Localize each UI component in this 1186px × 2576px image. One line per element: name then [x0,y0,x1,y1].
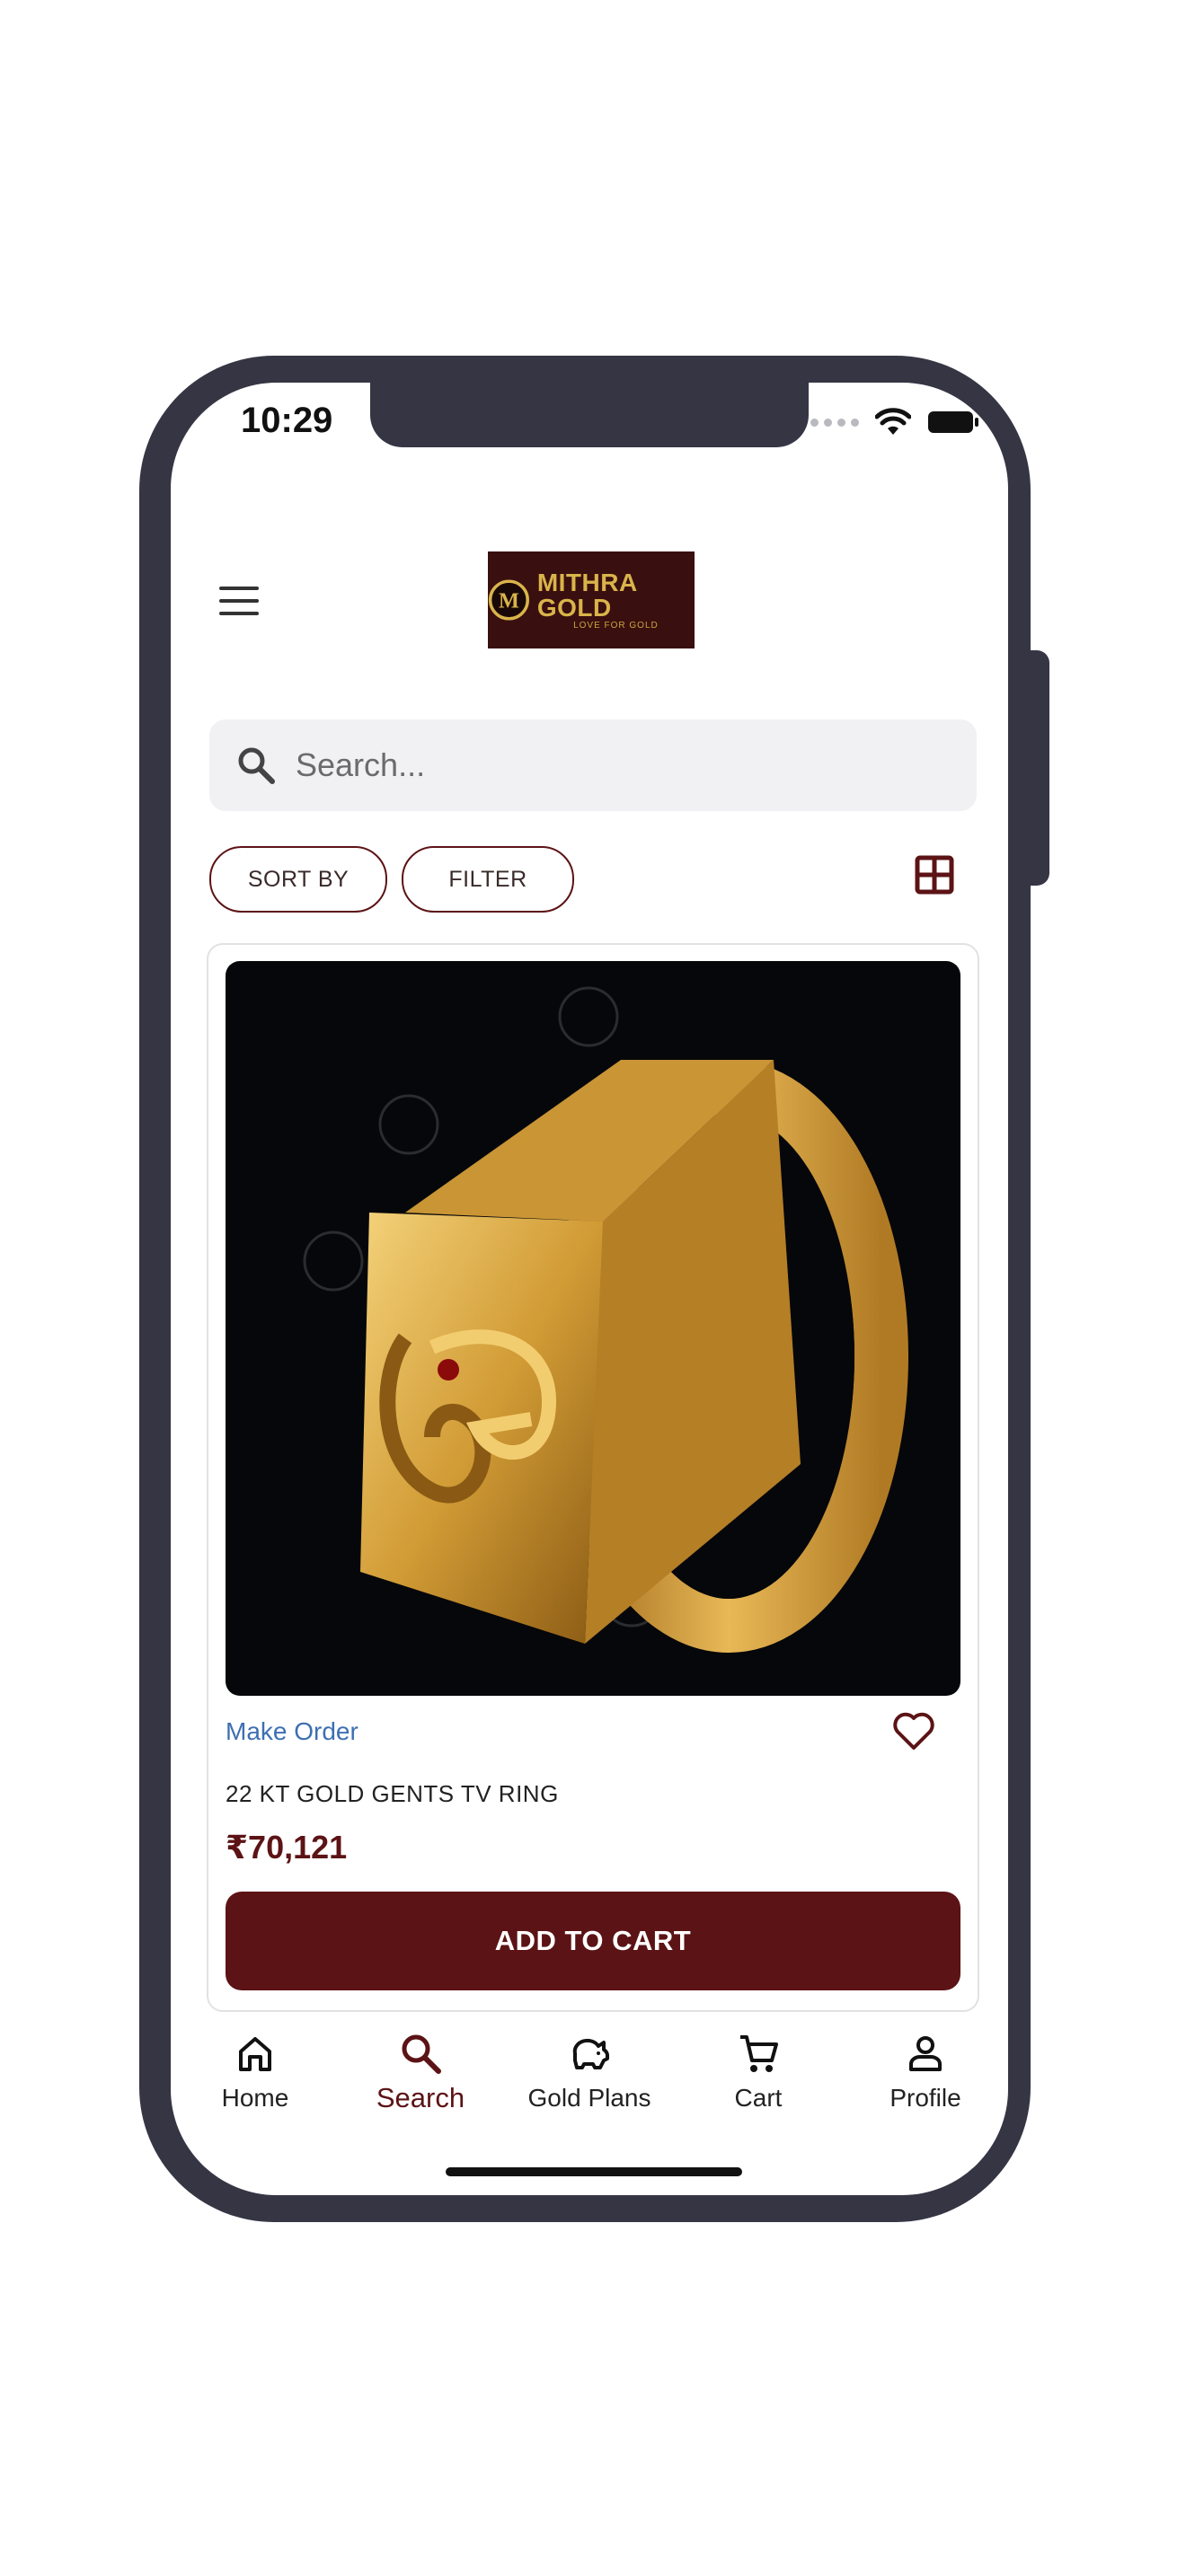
nav-profile[interactable]: Profile [843,2032,1008,2113]
nav-profile-label: Profile [890,2084,961,2112]
phone-notch [370,383,809,447]
product-card[interactable]: Make Order 22 KT GOLD GENTS TV RING ₹70,… [207,943,979,2012]
logo-mark: M [499,589,519,613]
home-icon [239,2037,271,2071]
nav-search[interactable]: Search [338,2032,503,2114]
logo-title: MITHRA GOLD [536,568,637,622]
sort-by-button[interactable]: SORT BY [209,846,387,913]
nav-cart[interactable]: Cart [676,2032,841,2113]
phone-side-button [1028,650,1049,886]
wifi-icon [875,408,911,435]
logo-tagline: LOVE FOR GOLD [573,620,659,631]
home-indicator[interactable] [446,2167,742,2176]
app-screen: 10:29 M MITHRA GOLD LOVE FOR GOLD Search… [171,383,1008,2195]
status-time: 10:29 [241,401,333,440]
logo-text: MITHRA GOLD LOVE FOR GOLD [536,568,695,631]
logo-emblem-icon: M [488,579,529,621]
gold-ring-image [303,986,908,1653]
make-order-link[interactable]: Make Order [226,1717,358,1746]
product-price: ₹70,121 [226,1829,348,1866]
battery-icon [928,411,978,433]
search-bar[interactable] [209,719,977,811]
hamburger-menu-icon[interactable] [219,585,259,617]
bottom-navigation: Home Search Gold Plans Cart Profile [171,2032,1008,2130]
search-icon [402,2034,441,2074]
status-icons [810,408,979,437]
search-icon [238,747,275,784]
nav-gold-plans[interactable]: Gold Plans [507,2032,672,2113]
nav-cart-label: Cart [734,2084,783,2112]
profile-icon [909,2036,942,2071]
brand-logo: M MITHRA GOLD LOVE FOR GOLD [488,551,695,648]
nav-gold-plans-label: Gold Plans [527,2084,651,2112]
filter-button[interactable]: FILTER [402,846,574,913]
heart-icon[interactable] [891,1708,936,1753]
nav-home[interactable]: Home [173,2032,338,2113]
cart-icon [740,2035,778,2072]
nav-search-label: Search [376,2082,465,2113]
piggy-bank-icon [572,2038,609,2069]
add-to-cart-button[interactable]: ADD TO CART [226,1892,960,1990]
nav-home-label: Home [221,2084,289,2112]
product-name: 22 KT GOLD GENTS TV RING [226,1780,559,1807]
product-image[interactable] [226,961,960,1696]
signal-dots-icon [810,418,859,427]
grid-view-icon[interactable] [915,855,954,895]
search-input[interactable] [294,745,944,785]
